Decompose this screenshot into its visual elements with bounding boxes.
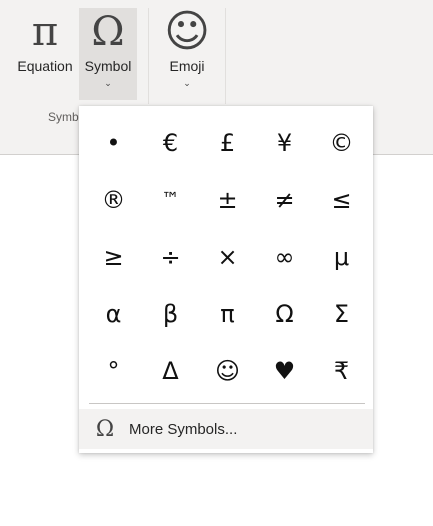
symbol-cell[interactable]: π: [199, 285, 256, 342]
omega-icon: Ω: [95, 416, 115, 442]
symbol-dropdown: • € £ ¥ © ® ™ ± ≠ ≤ ≥ ÷ × ∞ μ α β π Ω Σ …: [79, 106, 373, 453]
group-separator: [225, 8, 226, 104]
menu-divider: [89, 403, 365, 404]
symbol-cell[interactable]: ☺: [199, 342, 256, 399]
symbol-cell[interactable]: ×: [199, 228, 256, 285]
symbol-cell[interactable]: β: [142, 285, 199, 342]
chevron-down-icon: ⌄: [104, 78, 112, 88]
symbol-cell[interactable]: Δ: [142, 342, 199, 399]
symbol-cell[interactable]: Ω: [256, 285, 313, 342]
smiley-icon: ☺: [164, 6, 210, 57]
symbol-cell[interactable]: ≤: [313, 171, 370, 228]
symbol-cell[interactable]: ±: [199, 171, 256, 228]
symbol-cell[interactable]: ©: [313, 114, 370, 171]
omega-icon: Ω: [91, 9, 125, 55]
symbol-cell[interactable]: €: [142, 114, 199, 171]
pi-icon: π: [31, 9, 59, 55]
symbol-cell[interactable]: •: [85, 114, 142, 171]
group-label: Symb: [48, 110, 79, 124]
symbol-cell[interactable]: °: [85, 342, 142, 399]
more-symbols-label: More Symbols...: [129, 420, 238, 438]
symbol-cell[interactable]: μ: [313, 228, 370, 285]
equation-button[interactable]: π Equation: [12, 8, 78, 100]
symbol-button[interactable]: Ω Symbol ⌄: [79, 8, 137, 100]
symbol-label: Symbol: [84, 58, 132, 74]
symbol-cell[interactable]: ≥: [85, 228, 142, 285]
equation-label: Equation: [17, 58, 73, 74]
symbol-cell[interactable]: ™: [142, 171, 199, 228]
symbol-cell[interactable]: ÷: [142, 228, 199, 285]
symbol-cell[interactable]: £: [199, 114, 256, 171]
chevron-down-icon: ⌄: [183, 78, 191, 88]
more-symbols-button[interactable]: Ω More Symbols...: [79, 409, 373, 449]
symbol-cell[interactable]: ♥: [256, 342, 313, 399]
symbol-grid: • € £ ¥ © ® ™ ± ≠ ≤ ≥ ÷ × ∞ μ α β π Ω Σ …: [85, 114, 370, 399]
emoji-button[interactable]: ☺ Emoji ⌄: [158, 8, 216, 100]
symbol-cell[interactable]: ¥: [256, 114, 313, 171]
symbol-cell[interactable]: ®: [85, 171, 142, 228]
symbol-cell[interactable]: Σ: [313, 285, 370, 342]
emoji-label: Emoji: [169, 58, 205, 74]
symbol-cell[interactable]: ≠: [256, 171, 313, 228]
symbol-cell[interactable]: ∞: [256, 228, 313, 285]
symbol-cell[interactable]: ₹: [313, 342, 370, 399]
group-separator: [148, 8, 149, 104]
symbol-cell[interactable]: α: [85, 285, 142, 342]
